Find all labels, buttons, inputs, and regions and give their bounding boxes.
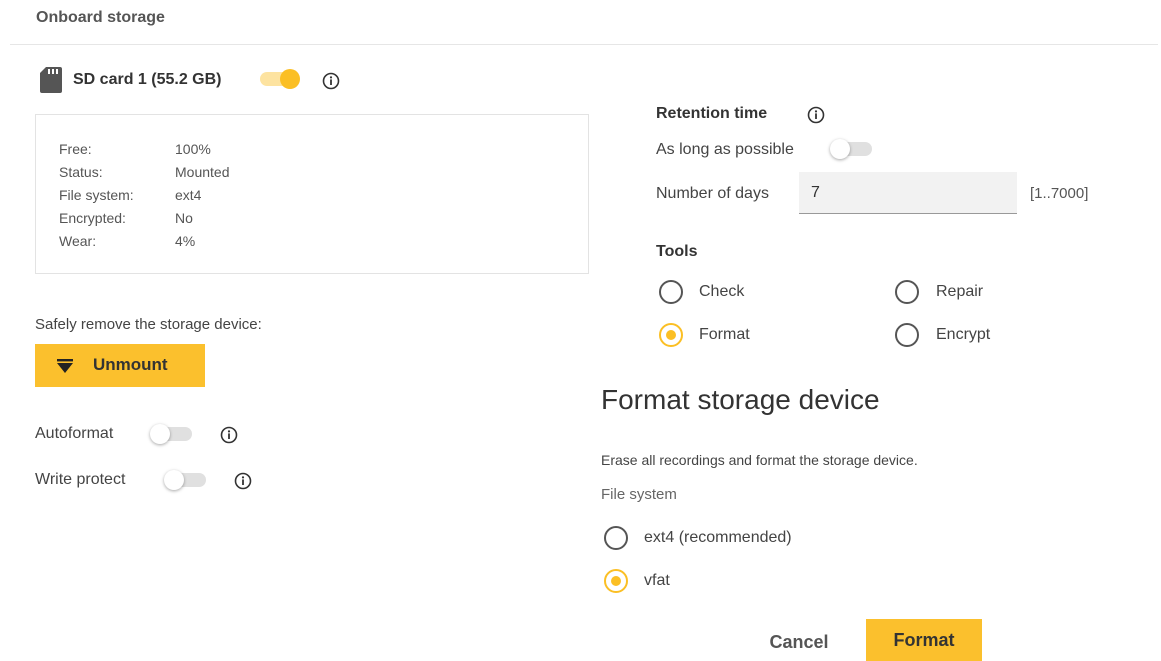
info-icon[interactable] [220, 426, 238, 444]
detail-key: File system: [59, 187, 134, 203]
tools-title: Tools [656, 243, 698, 260]
info-icon[interactable] [234, 472, 252, 490]
fs-ext4-radio[interactable] [604, 526, 628, 550]
tool-check-label[interactable]: Check [699, 283, 744, 301]
number-of-days-input[interactable] [799, 172, 1017, 214]
fs-vfat-label[interactable]: vfat [644, 572, 670, 590]
sd-card-icon [40, 67, 62, 93]
autoformat-label: Autoformat [35, 425, 114, 442]
format-button[interactable]: Format [866, 619, 982, 661]
tool-format-radio[interactable] [659, 323, 683, 347]
detail-key: Wear: [59, 233, 97, 249]
tool-encrypt-radio[interactable] [895, 323, 919, 347]
detail-value: Mounted [175, 164, 230, 180]
unmount-button[interactable]: Unmount [35, 344, 205, 387]
eject-icon [57, 359, 73, 373]
toggle-knob [164, 470, 184, 490]
tool-encrypt-label[interactable]: Encrypt [936, 326, 990, 344]
retention-time-title: Retention time [656, 105, 768, 122]
detail-row-status: Status: Mounted [59, 164, 229, 180]
format-dialog-description: Erase all recordings and format the stor… [601, 452, 918, 468]
detail-value: 4% [175, 233, 196, 249]
detail-key: Encrypted: [59, 210, 126, 226]
detail-row-encrypted: Encrypted: No [59, 210, 193, 226]
tool-repair-radio[interactable] [895, 280, 919, 304]
number-of-days-label: Number of days [656, 185, 769, 202]
header-divider [10, 44, 1158, 45]
toggle-knob [150, 424, 170, 444]
tool-format-label[interactable]: Format [699, 326, 750, 344]
detail-value: 100% [175, 141, 211, 157]
detail-value: ext4 [175, 187, 202, 203]
long-as-possible-toggle[interactable] [830, 139, 876, 159]
sd-card-label: SD card 1 (55.2 GB) [73, 71, 222, 88]
format-dialog-heading: Format storage device [601, 384, 880, 415]
tool-check-radio[interactable] [659, 280, 683, 304]
write-protect-toggle[interactable] [164, 470, 210, 490]
info-icon[interactable] [807, 106, 825, 124]
detail-row-free: Free: 100% [59, 141, 211, 157]
detail-key: Free: [59, 141, 92, 157]
detail-value: No [175, 210, 193, 226]
detail-row-file-system: File system: ext4 [59, 187, 201, 203]
detail-key: Status: [59, 164, 103, 180]
info-icon[interactable] [322, 72, 340, 90]
cancel-button[interactable]: Cancel [757, 625, 841, 659]
days-range-hint: [1..7000] [1030, 185, 1089, 202]
long-as-possible-label: As long as possible [656, 141, 794, 158]
sd-card-toggle[interactable] [254, 69, 300, 89]
tool-repair-label[interactable]: Repair [936, 283, 983, 301]
autoformat-toggle[interactable] [150, 424, 196, 444]
detail-row-wear: Wear: 4% [59, 233, 195, 249]
safe-remove-text: Safely remove the storage device: [35, 316, 262, 333]
page-title: Onboard storage [36, 9, 165, 26]
storage-details-panel: Free: 100% Status: Mounted File system: ext… [35, 114, 589, 274]
file-system-label: File system [601, 486, 677, 503]
toggle-knob [280, 69, 300, 89]
fs-ext4-label[interactable]: ext4 (recommended) [644, 529, 792, 547]
toggle-knob [830, 139, 850, 159]
unmount-button-label: Unmount [93, 355, 168, 374]
write-protect-label: Write protect [35, 471, 126, 488]
fs-vfat-radio[interactable] [604, 569, 628, 593]
